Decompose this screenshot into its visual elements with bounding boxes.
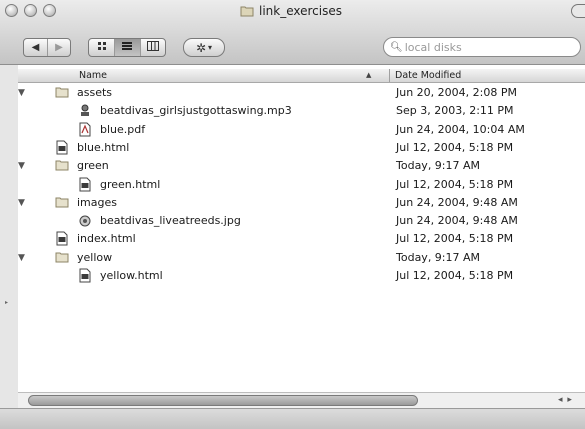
toolbar-toggle-button[interactable] bbox=[571, 4, 585, 18]
disclosure-triangle-icon[interactable]: ▼ bbox=[18, 198, 25, 208]
column-header: Name ▲ Date Modified bbox=[18, 69, 585, 83]
list-view-icon bbox=[121, 41, 133, 54]
file-name: yellow.html bbox=[100, 269, 163, 282]
file-date-modified: Jun 24, 2004, 10:04 AM bbox=[396, 122, 525, 136]
window-title-area: link_exercises bbox=[240, 3, 342, 19]
html-file-icon bbox=[78, 177, 92, 192]
list-item[interactable]: index.html Jul 12, 2004, 5:18 PM bbox=[18, 230, 585, 248]
folder-icon bbox=[55, 158, 69, 173]
audio-file-icon bbox=[78, 103, 92, 118]
action-menu-button[interactable]: ✲ ▾ bbox=[183, 38, 225, 57]
folder-icon bbox=[55, 195, 69, 210]
column-view-icon bbox=[146, 41, 159, 54]
html-file-icon bbox=[55, 231, 69, 246]
file-name: index.html bbox=[77, 232, 136, 246]
file-name: beatdivas_girlsjustgottaswing.mp3 bbox=[100, 104, 292, 118]
view-mode-group bbox=[88, 38, 166, 57]
back-arrow-icon: ◀ bbox=[31, 42, 40, 53]
list-item[interactable]: ▼ green Today, 9:17 AM bbox=[18, 157, 585, 175]
folder-icon bbox=[55, 250, 69, 265]
forward-button[interactable]: ▶ bbox=[46, 39, 70, 56]
list-item[interactable]: blue.pdf Jun 24, 2004, 10:04 AM bbox=[18, 121, 585, 139]
file-date-modified: Jun 24, 2004, 9:48 AM bbox=[396, 214, 518, 228]
sidebar-edge: ▸ bbox=[0, 65, 18, 408]
list-item[interactable]: beatdivas_girlsjustgottaswing.mp3 Sep 3, … bbox=[18, 102, 585, 120]
column-divider[interactable] bbox=[389, 69, 390, 82]
list-item[interactable]: beatdivas_liveatreeds.jpg Jun 24, 2004, 9… bbox=[18, 212, 585, 230]
window-title: link_exercises bbox=[259, 4, 342, 18]
file-name: beatdivas_liveatreeds.jpg bbox=[100, 214, 241, 228]
file-date-modified: Jun 20, 2004, 2:08 PM bbox=[396, 86, 517, 99]
list-item[interactable]: ▼ yellow Today, 9:17 AM bbox=[18, 249, 585, 267]
file-name: blue.html bbox=[77, 140, 130, 154]
list-item[interactable]: green.html Jul 12, 2004, 5:18 PM bbox=[18, 176, 585, 194]
file-date-modified: Jul 12, 2004, 5:18 PM bbox=[396, 177, 514, 191]
zoom-window-button[interactable] bbox=[43, 4, 56, 17]
file-name: green.html bbox=[100, 177, 161, 191]
file-name: green bbox=[77, 159, 109, 173]
file-date-modified: Jul 12, 2004, 5:18 PM bbox=[396, 269, 514, 282]
gear-icon: ✲ bbox=[195, 40, 207, 55]
file-name: blue.pdf bbox=[100, 122, 146, 136]
file-date-modified: Jul 12, 2004, 5:18 PM bbox=[396, 232, 514, 246]
file-name: images bbox=[77, 195, 117, 209]
title-bar: link_exercises ◀ ▶ ✲ ▾ 🔍︎ local disks bbox=[0, 0, 585, 65]
disclosure-triangle-icon[interactable]: ▼ bbox=[18, 88, 25, 98]
folder-icon bbox=[55, 85, 69, 100]
scrollbar-thumb[interactable] bbox=[28, 395, 418, 406]
icon-view-icon bbox=[97, 41, 107, 54]
scroll-arrows-icon[interactable]: ◂ ▸ bbox=[558, 395, 573, 405]
name-column-header[interactable]: Name bbox=[79, 70, 107, 81]
file-date-modified: Today, 9:17 AM bbox=[396, 159, 481, 173]
list-item[interactable]: blue.html Jul 12, 2004, 5:18 PM bbox=[18, 139, 585, 157]
column-view-button[interactable] bbox=[139, 39, 165, 56]
forward-arrow-icon: ▶ bbox=[55, 42, 63, 53]
disclosure-triangle-icon[interactable]: ▼ bbox=[18, 253, 25, 263]
chevron-down-icon: ▾ bbox=[208, 43, 213, 52]
date-modified-column-header[interactable]: Date Modified bbox=[395, 70, 461, 81]
status-bar bbox=[0, 408, 585, 429]
image-file-icon bbox=[78, 213, 92, 228]
file-list: Name ▲ Date Modified ▼ assets Jun 20, 2004… bbox=[18, 65, 585, 392]
file-date-modified: Jul 12, 2004, 5:18 PM bbox=[396, 140, 514, 154]
disclosure-triangle-icon[interactable]: ▼ bbox=[18, 161, 25, 171]
close-window-button[interactable] bbox=[5, 4, 18, 17]
search-field[interactable]: 🔍︎ bbox=[383, 37, 581, 57]
back-button[interactable]: ◀ bbox=[24, 39, 47, 56]
list-view-button[interactable] bbox=[114, 39, 140, 56]
html-file-icon bbox=[55, 140, 69, 155]
resize-handle-icon[interactable]: ▸ bbox=[5, 299, 8, 306]
list-item[interactable]: yellow.html Jul 12, 2004, 5:18 PM bbox=[18, 267, 585, 285]
html-file-icon bbox=[78, 268, 92, 283]
file-date-modified: Sep 3, 2003, 2:11 PM bbox=[396, 104, 514, 118]
list-item[interactable]: ▼ assets Jun 20, 2004, 2:08 PM bbox=[18, 84, 585, 102]
icon-view-button[interactable] bbox=[89, 39, 114, 56]
folder-icon bbox=[240, 2, 254, 21]
horizontal-scrollbar[interactable]: ◂ ▸ bbox=[18, 392, 585, 408]
search-icon: 🔍︎ bbox=[390, 41, 403, 53]
file-date-modified: Jun 24, 2004, 9:48 AM bbox=[396, 195, 518, 209]
file-date-modified: Today, 9:17 AM bbox=[396, 250, 481, 264]
pdf-file-icon bbox=[78, 122, 92, 137]
file-name: assets bbox=[77, 86, 113, 99]
sort-ascending-icon: ▲ bbox=[366, 71, 372, 79]
back-forward-group: ◀ ▶ bbox=[23, 38, 71, 57]
search-input[interactable] bbox=[404, 40, 555, 54]
finder-window: link_exercises ◀ ▶ ✲ ▾ 🔍︎ local disks ▸ … bbox=[0, 0, 585, 429]
minimize-window-button[interactable] bbox=[24, 4, 37, 17]
list-item[interactable]: ▼ images Jun 24, 2004, 9:48 AM bbox=[18, 194, 585, 212]
file-name: yellow bbox=[77, 250, 113, 264]
